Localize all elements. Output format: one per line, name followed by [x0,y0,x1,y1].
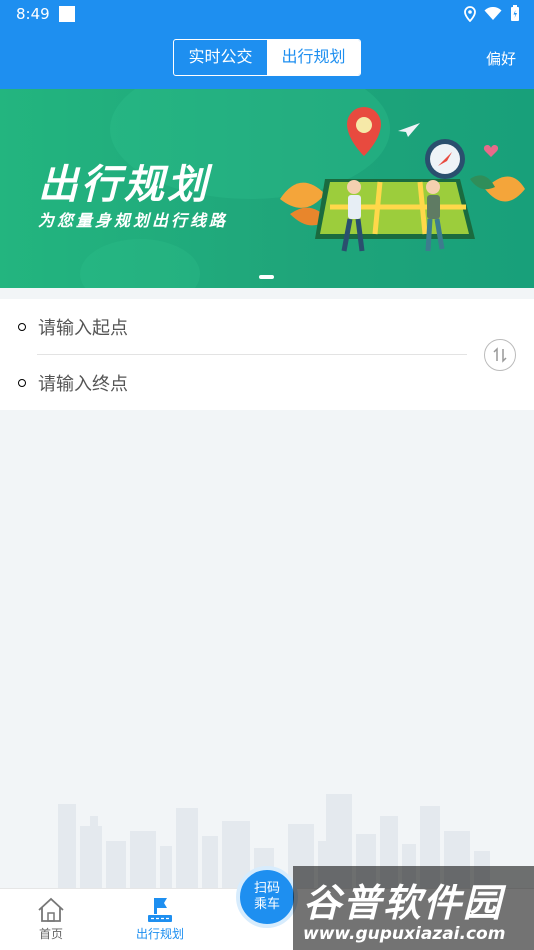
promo-banner[interactable]: 出行规划 为您量身规划出行线路 [0,89,534,288]
swap-arrows-icon [493,347,507,363]
scan-label-line2: 乘车 [253,897,280,912]
location-icon [464,5,476,22]
nav-trip-planning-label: 出行规划 [135,927,184,941]
route-input-panel: 请输入起点 请输入终点 [0,299,534,410]
end-point-placeholder: 请输入终点 [38,373,128,395]
tab-realtime-bus[interactable]: 实时公交 [174,40,267,75]
scan-to-ride-button[interactable]: 扫码 乘车 [236,866,298,928]
watermark-title: 谷普软件园 [303,881,504,925]
banner-page-indicator [259,275,274,279]
nav-home[interactable]: 首页 [11,895,91,942]
app-header: 8:49 实时公交 出行规划 偏好 [0,0,534,89]
watermark-url: www.gupuxiazai.com [303,924,506,944]
start-point-placeholder: 请输入起点 [38,317,128,339]
status-icons [464,5,520,22]
start-point-field[interactable]: 请输入起点 [0,299,470,354]
map-illustration [280,107,525,252]
swap-button[interactable] [484,339,516,371]
battery-icon [511,5,519,21]
mode-switch: 实时公交 出行规划 [173,39,361,76]
flag-icon [148,898,172,922]
end-point-field[interactable]: 请输入终点 [0,355,470,410]
home-icon [38,897,64,922]
status-time: 8:49 [16,5,50,23]
wifi-icon [484,6,502,20]
scan-label-line1: 扫码 [253,881,280,896]
nav-trip-planning[interactable]: 出行规划 [120,895,200,942]
start-dot-icon [18,322,26,331]
banner-subtitle: 为您量身规划出行线路 [38,211,229,230]
banner-title: 出行规划 [38,162,210,208]
watermark: 谷普软件园 www.gupuxiazai.com [293,866,534,950]
tab-trip-planning[interactable]: 出行规划 [267,40,360,75]
status-bar: 8:49 [0,0,534,28]
nav-home-label: 首页 [38,927,63,941]
notification-icon [59,6,75,22]
end-dot-icon [18,378,26,387]
preference-button[interactable]: 偏好 [486,48,516,69]
